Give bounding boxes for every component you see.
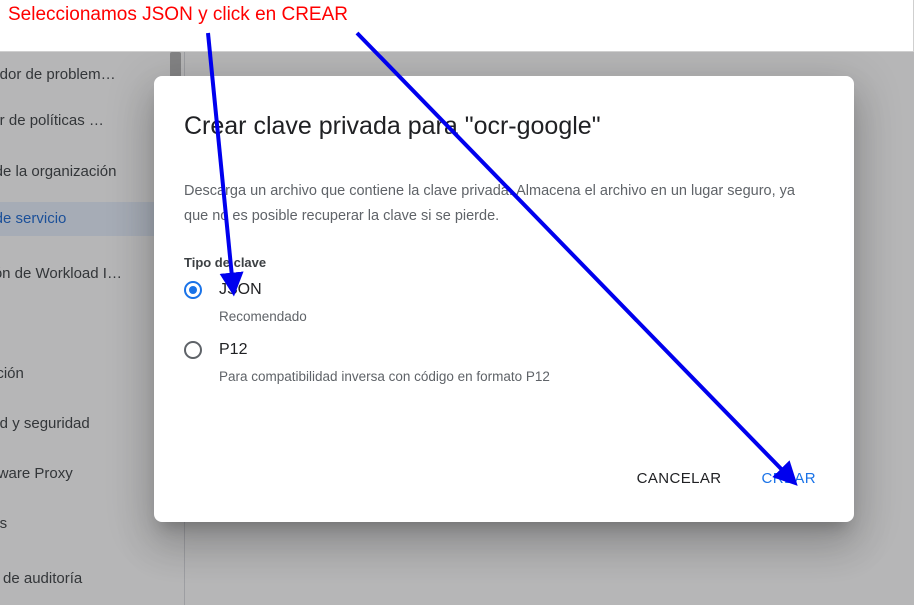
radio-option-p12[interactable]: P12	[184, 338, 247, 362]
create-button[interactable]: CREAR	[747, 461, 830, 496]
screenshot-root: …nador de problem… …dor de políticas … ……	[0, 0, 914, 605]
radio-help-p12: Para compatibilidad inversa con código e…	[219, 369, 550, 384]
dialog-actions: CANCELAR CREAR	[623, 461, 830, 496]
cancel-button[interactable]: CANCELAR	[623, 461, 736, 496]
annotation-text: Seleccionamos JSON y click en CREAR	[8, 4, 348, 25]
radio-selected-icon[interactable]	[184, 281, 202, 299]
radio-option-json[interactable]: JSON	[184, 278, 262, 302]
radio-label-p12: P12	[219, 341, 248, 358]
radio-label-json: JSON	[219, 281, 262, 298]
key-type-label: Tipo de clave	[184, 255, 267, 270]
dialog-title: Crear clave privada para "ocr-google"	[184, 112, 601, 140]
radio-help-json: Recomendado	[219, 309, 307, 324]
dialog-body-text: Descarga un archivo que contiene la clav…	[184, 183, 795, 224]
annotation-banner: Seleccionamos JSON y click en CREAR	[0, 0, 914, 52]
create-private-key-dialog: Crear clave privada para "ocr-google" De…	[154, 76, 854, 522]
radio-unselected-icon[interactable]	[184, 341, 202, 359]
